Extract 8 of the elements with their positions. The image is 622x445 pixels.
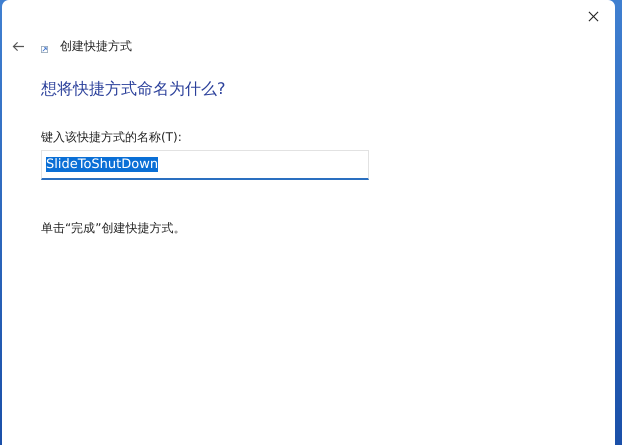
back-arrow-icon[interactable] — [12, 40, 25, 52]
field-label: 键入该快捷方式的名称(T): — [41, 129, 183, 145]
shortcut-icon — [41, 46, 48, 52]
name-field[interactable]: SlideToShutDown — [41, 150, 369, 180]
instruction-text: 单击“完成”创建快捷方式。 — [41, 220, 186, 236]
page-heading: 想将快捷方式命名为什么? — [41, 79, 226, 99]
close-icon[interactable] — [588, 10, 599, 22]
window-title: 创建快捷方式 — [60, 38, 132, 54]
